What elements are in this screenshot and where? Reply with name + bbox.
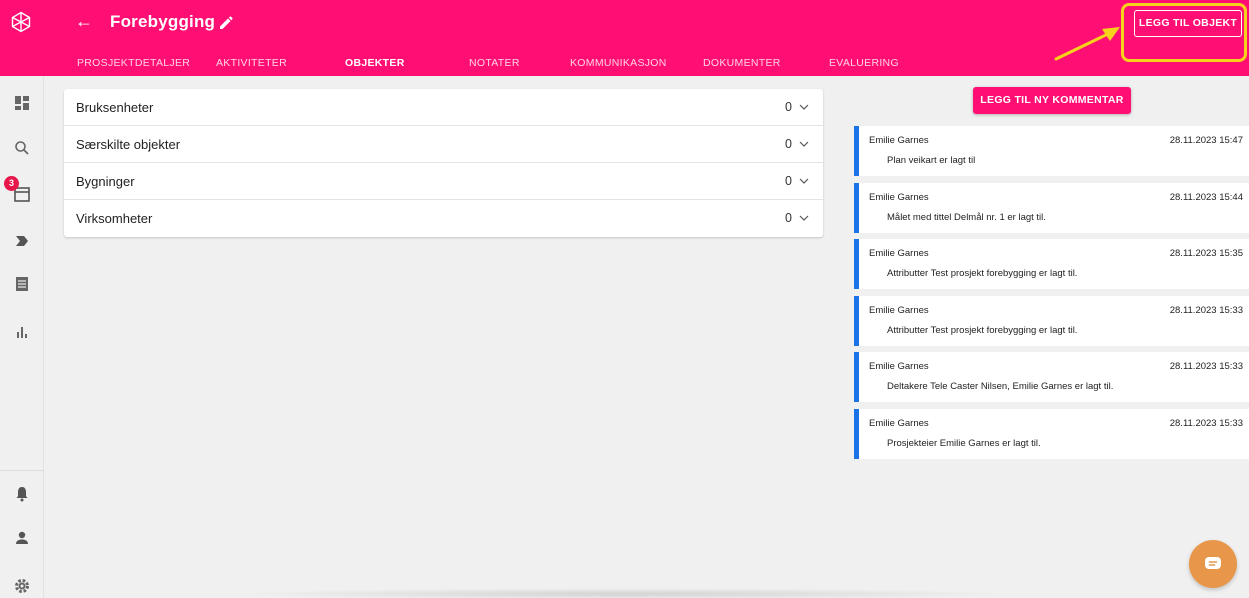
tab-objekter[interactable]: OBJEKTER (345, 57, 405, 69)
comment-author: Emilie Garnes (869, 192, 929, 203)
user-icon[interactable] (12, 528, 32, 548)
comment-author: Emilie Garnes (869, 418, 929, 429)
list-icon[interactable] (12, 274, 32, 294)
gear-icon[interactable] (12, 576, 32, 596)
bottom-shadow (230, 588, 1020, 598)
chevron-down-icon (799, 215, 809, 221)
comment-item: Emilie Garnes 28.11.2023 15:33 Deltakere… (854, 352, 1249, 402)
tab-aktiviteter[interactable]: AKTIVITETER (216, 57, 287, 69)
tab-kommunikasjon[interactable]: KOMMUNIKASJON (570, 57, 667, 69)
accordion-label: Bruksenheter (76, 100, 154, 115)
comment-timestamp: 28.11.2023 15:35 (1169, 248, 1243, 259)
tab-evaluering[interactable]: EVALUERING (829, 57, 899, 69)
chevron-down-icon (799, 178, 809, 184)
label-icon[interactable] (12, 231, 32, 251)
dashboard-icon[interactable] (12, 93, 32, 113)
comment-item: Emilie Garnes 28.11.2023 15:44 Målet med… (854, 183, 1249, 233)
comment-item: Emilie Garnes 28.11.2023 15:35 Attributt… (854, 239, 1249, 289)
accordion-item-bygninger[interactable]: Bygninger 0 (64, 163, 823, 200)
comment-timestamp: 28.11.2023 15:33 (1169, 305, 1243, 316)
chevron-down-icon (799, 141, 809, 147)
accordion-item-saerskilte-objekter[interactable]: Særskilte objekter 0 (64, 126, 823, 163)
accordion-label: Virksomheter (76, 211, 153, 226)
back-arrow-icon[interactable]: ← (75, 11, 95, 31)
comment-item: Emilie Garnes 28.11.2023 15:33 Attributt… (854, 296, 1249, 346)
accordion-count: 0 (785, 211, 792, 225)
accordion-label: Særskilte objekter (76, 137, 181, 152)
accordion-item-bruksenheter[interactable]: Bruksenheter 0 (64, 89, 823, 126)
objects-accordion: Bruksenheter 0 Særskilte objekter 0 Bygn… (64, 89, 823, 237)
accordion-label: Bygninger (76, 174, 135, 189)
comment-timestamp: 28.11.2023 15:33 (1169, 361, 1243, 372)
annotation-arrow (1054, 27, 1120, 61)
chat-launcher-button[interactable] (1189, 540, 1237, 588)
comment-text: Prosjekteier Emilie Garnes er lagt til. (887, 438, 1041, 449)
tab-dokumenter[interactable]: DOKUMENTER (703, 57, 781, 69)
accordion-count: 0 (785, 100, 792, 114)
bar-chart-icon[interactable] (12, 322, 32, 342)
bell-icon[interactable] (12, 484, 32, 504)
comment-text: Målet med tittel Delmål nr. 1 er lagt ti… (887, 212, 1046, 223)
comment-timestamp: 28.11.2023 15:44 (1169, 192, 1243, 203)
accordion-item-virksomheter[interactable]: Virksomheter 0 (64, 200, 823, 237)
comment-author: Emilie Garnes (869, 305, 929, 316)
comment-author: Emilie Garnes (869, 361, 929, 372)
tab-prosjektdetaljer[interactable]: PROSJEKTDETALJER (77, 57, 190, 69)
sidebar-divider (0, 470, 44, 471)
page-title: Forebygging (110, 12, 216, 31)
accordion-count: 0 (785, 174, 792, 188)
comment-text: Plan veikart er lagt til (887, 155, 976, 166)
app-logo-icon[interactable] (10, 11, 32, 33)
tab-notater[interactable]: NOTATER (469, 57, 520, 69)
top-app-bar: ← Forebygging PROSJEKTDETALJER AKTIVITET… (0, 0, 1249, 76)
chevron-down-icon (799, 104, 809, 110)
notification-badge: 3 (4, 176, 19, 191)
comment-timestamp: 28.11.2023 15:47 (1169, 135, 1243, 146)
comment-text: Deltakere Tele Caster Nilsen, Emilie Gar… (887, 381, 1114, 392)
comment-text: Attributter Test prosjekt forebygging er… (887, 268, 1078, 279)
accordion-count: 0 (785, 137, 792, 151)
chat-icon (1205, 557, 1221, 569)
edit-pencil-icon[interactable] (218, 13, 236, 31)
comment-author: Emilie Garnes (869, 135, 929, 146)
comment-author: Emilie Garnes (869, 248, 929, 259)
search-icon[interactable] (12, 138, 32, 158)
comment-item: Emilie Garnes 28.11.2023 15:33 Prosjekte… (854, 409, 1249, 459)
comment-timestamp: 28.11.2023 15:33 (1169, 418, 1243, 429)
add-comment-button[interactable]: LEGG TIL NY KOMMENTAR (973, 87, 1131, 114)
comment-item: Emilie Garnes 28.11.2023 15:47 Plan veik… (854, 126, 1249, 176)
add-object-button[interactable]: LEGG TIL OBJEKT (1134, 10, 1242, 37)
comment-text: Attributter Test prosjekt forebygging er… (887, 325, 1078, 336)
side-navigation: 3 (0, 76, 44, 598)
